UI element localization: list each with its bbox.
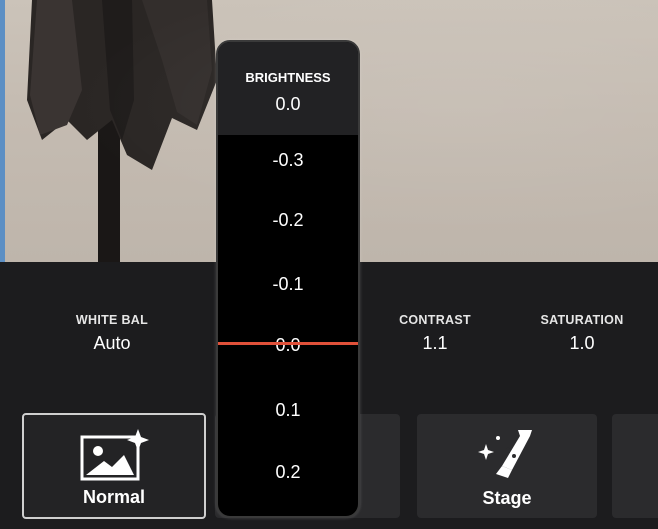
white-balance-control[interactable]: WHITE BAL Auto [52,313,172,354]
preset-stage-label: Stage [482,488,532,508]
white-balance-label: WHITE BAL [75,313,149,327]
slider-tick: 0.1 [275,400,301,420]
slider-tick: -0.1 [272,274,304,294]
contrast-label: CONTRAST [399,313,471,327]
slider-tick: 0.0 [275,335,301,355]
white-balance-value: Auto [93,333,131,353]
contrast-control[interactable]: CONTRAST 1.1 [375,313,495,354]
preset-normal-card[interactable]: Normal [22,413,206,519]
saturation-value: 1.0 [569,333,595,353]
slider-indicator [218,342,358,345]
slider-tick: 0.2 [275,462,301,482]
preset-normal-label: Normal [82,487,145,507]
slider-header: BRIGHTNESS 0.0 [218,42,358,135]
spotlight-icon [478,430,532,478]
contrast-value: 1.1 [422,333,448,353]
saturation-control[interactable]: SATURATION 1.0 [522,313,642,354]
brightness-value: 0.0 [275,94,301,114]
slider-tick: -0.2 [272,210,304,230]
slider-tick: -0.3 [272,150,304,170]
brightness-slider[interactable]: BRIGHTNESS 0.0 -0.3 -0.2 -0.1 0.0 0.1 0.… [216,40,360,518]
preset-card[interactable] [612,414,658,518]
brightness-label: BRIGHTNESS [245,70,331,85]
saturation-label: SATURATION [540,313,624,327]
image-sparkle-icon [80,429,149,481]
preset-stage-card[interactable]: Stage [417,414,597,518]
